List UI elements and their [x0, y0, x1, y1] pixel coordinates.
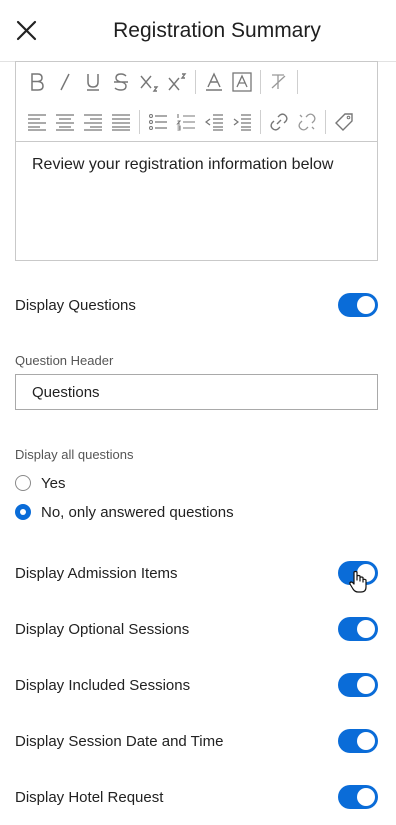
toolbar-divider: [195, 70, 196, 94]
radio-button-selected[interactable]: [15, 504, 31, 520]
bold-icon[interactable]: [24, 69, 50, 95]
display-hotel-request-row: Display Hotel Request: [15, 783, 378, 811]
question-header-input[interactable]: [15, 374, 378, 410]
radio-option-answered-only[interactable]: No, only answered questions: [15, 502, 234, 522]
link-icon[interactable]: [266, 109, 292, 135]
background-color-icon[interactable]: [229, 69, 255, 95]
header: Registration Summary: [0, 0, 396, 62]
toggle-knob: [357, 564, 375, 582]
display-admission-items-label: Display Admission Items: [15, 564, 178, 582]
display-admission-items-toggle[interactable]: [338, 561, 378, 585]
toggle-knob: [357, 788, 375, 806]
toolbar-row-paragraph: [24, 109, 359, 135]
underline-icon[interactable]: [80, 69, 106, 95]
indent-icon[interactable]: [229, 109, 255, 135]
superscript-icon[interactable]: [164, 69, 190, 95]
toolbar-divider: [297, 70, 298, 94]
display-optional-sessions-row: Display Optional Sessions: [15, 615, 378, 643]
display-included-sessions-label: Display Included Sessions: [15, 676, 191, 694]
display-hotel-request-toggle[interactable]: [338, 785, 378, 809]
unlink-icon[interactable]: [294, 109, 320, 135]
radio-label: No, only answered questions: [41, 503, 234, 521]
toggle-knob: [357, 732, 375, 750]
toolbar-row-format: [24, 69, 303, 95]
editor-content[interactable]: Review your registration information bel…: [16, 142, 377, 188]
radio-button[interactable]: [15, 475, 31, 491]
display-questions-row: Display Questions: [15, 291, 378, 319]
question-header-label: Question Header: [15, 353, 114, 368]
align-justify-icon[interactable]: [108, 109, 134, 135]
align-right-icon[interactable]: [80, 109, 106, 135]
display-session-date-time-row: Display Session Date and Time: [15, 727, 378, 755]
display-questions-toggle[interactable]: [338, 293, 378, 317]
toggle-knob: [357, 676, 375, 694]
align-center-icon[interactable]: [52, 109, 78, 135]
display-included-sessions-toggle[interactable]: [338, 673, 378, 697]
display-all-questions-label: Display all questions: [15, 447, 134, 462]
display-hotel-request-label: Display Hotel Request: [15, 788, 164, 806]
toggle-knob: [357, 296, 375, 314]
outdent-icon[interactable]: [201, 109, 227, 135]
display-session-date-time-toggle[interactable]: [338, 729, 378, 753]
toolbar-divider: [260, 110, 261, 134]
italic-icon[interactable]: [52, 69, 78, 95]
strikethrough-icon[interactable]: [108, 69, 134, 95]
rich-text-editor: Review your registration information bel…: [15, 61, 378, 261]
toolbar-divider: [139, 110, 140, 134]
subscript-icon[interactable]: [136, 69, 162, 95]
text-color-icon[interactable]: [201, 69, 227, 95]
display-optional-sessions-toggle[interactable]: [338, 617, 378, 641]
display-session-date-time-label: Display Session Date and Time: [15, 732, 224, 750]
radio-label: Yes: [41, 474, 66, 492]
page-title: Registration Summary: [113, 19, 321, 42]
display-included-sessions-row: Display Included Sessions: [15, 671, 378, 699]
display-questions-label: Display Questions: [15, 296, 136, 314]
align-left-icon[interactable]: [24, 109, 50, 135]
numbered-list-icon[interactable]: [173, 109, 199, 135]
display-admission-items-row: Display Admission Items: [15, 559, 378, 587]
editor-toolbar: [16, 62, 377, 142]
clear-format-icon[interactable]: [266, 69, 292, 95]
radio-option-yes[interactable]: Yes: [15, 473, 65, 493]
toggle-knob: [357, 620, 375, 638]
toolbar-divider: [260, 70, 261, 94]
tag-icon[interactable]: [331, 109, 357, 135]
bulleted-list-icon[interactable]: [145, 109, 171, 135]
toolbar-divider: [325, 110, 326, 134]
display-optional-sessions-label: Display Optional Sessions: [15, 620, 190, 638]
